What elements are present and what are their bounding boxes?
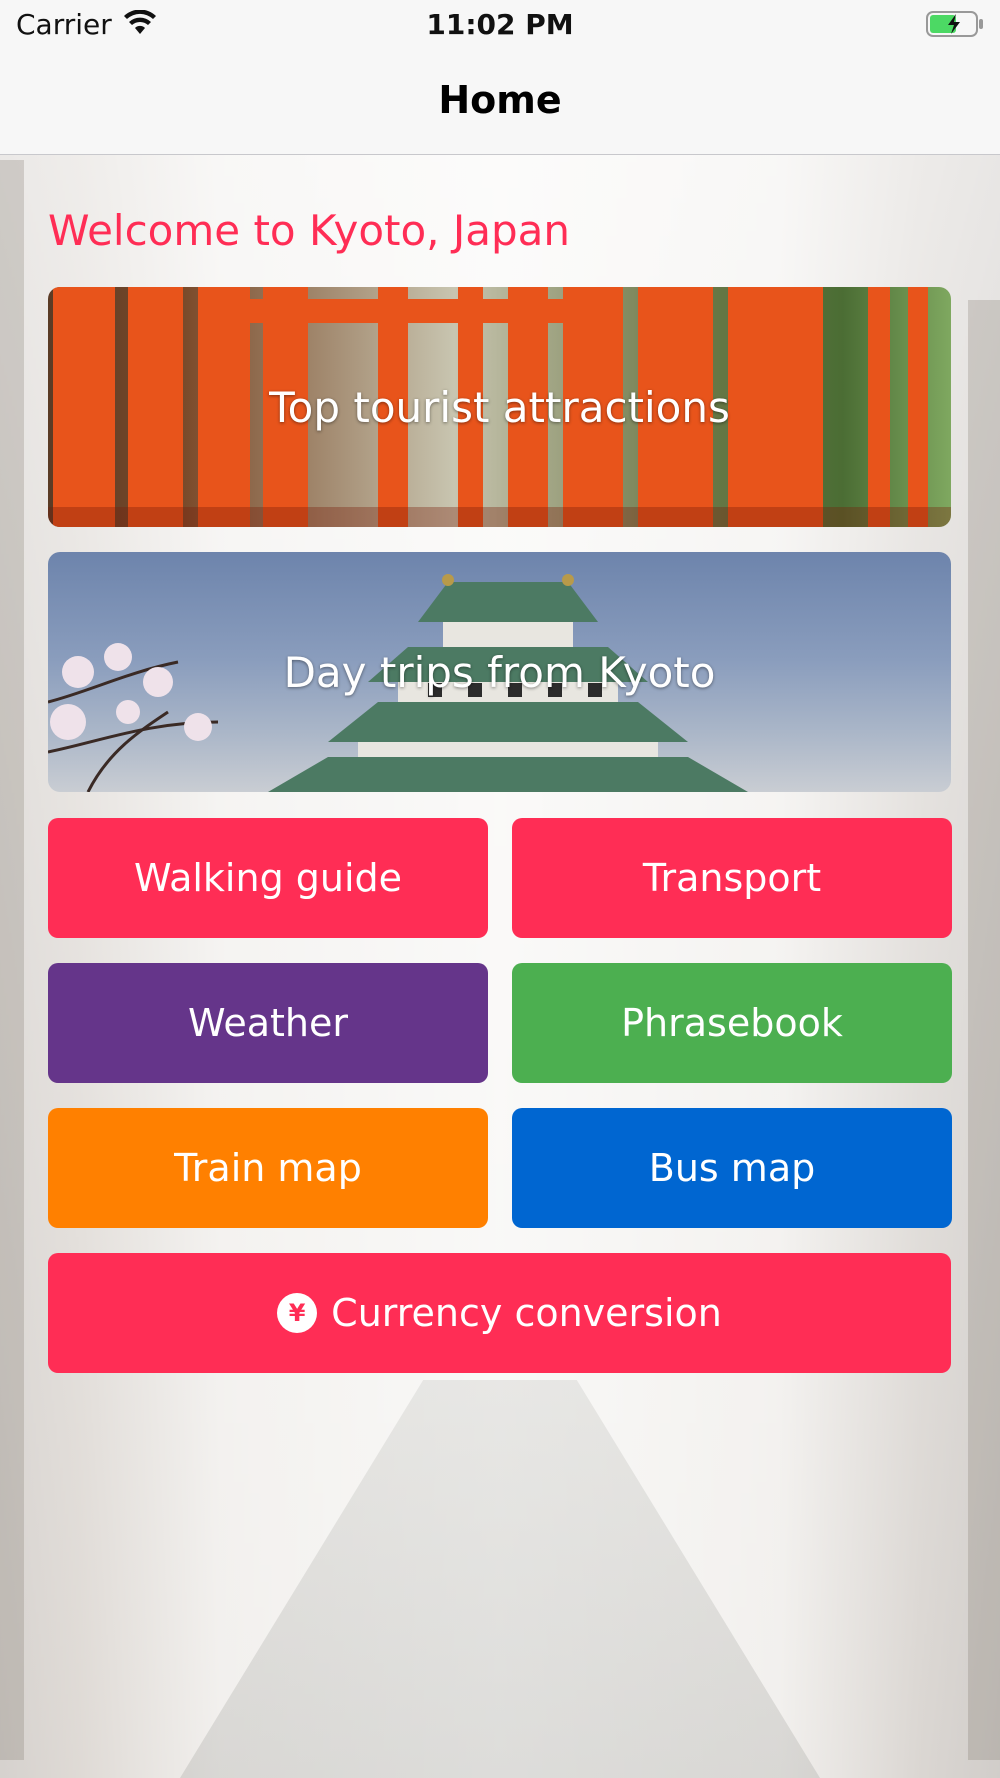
button-label: Transport bbox=[642, 856, 822, 900]
transport-button[interactable]: Transport bbox=[512, 818, 952, 938]
yen-icon: ¥ bbox=[277, 1293, 318, 1333]
currency-conversion-button[interactable]: ¥ Currency conversion bbox=[48, 1253, 951, 1373]
banner-label: Top tourist attractions bbox=[269, 382, 730, 432]
train-map-button[interactable]: Train map bbox=[48, 1108, 488, 1228]
day-trips-banner[interactable]: Day trips from Kyoto bbox=[48, 552, 951, 792]
button-label: Weather bbox=[188, 1001, 348, 1045]
welcome-heading: Welcome to Kyoto, Japan bbox=[48, 206, 571, 255]
status-bar: Carrier 11:02 PM bbox=[0, 0, 1000, 52]
button-label: Currency conversion bbox=[331, 1291, 722, 1335]
top-attractions-banner[interactable]: Top tourist attractions bbox=[48, 287, 951, 527]
walking-guide-button[interactable]: Walking guide bbox=[48, 818, 488, 938]
battery-charging-icon bbox=[926, 10, 984, 42]
status-time: 11:02 PM bbox=[426, 8, 574, 41]
banner-label: Day trips from Kyoto bbox=[283, 647, 716, 697]
bus-map-button[interactable]: Bus map bbox=[512, 1108, 952, 1228]
navigation-bar: Home bbox=[0, 52, 1000, 155]
weather-button[interactable]: Weather bbox=[48, 963, 488, 1083]
background-building-left bbox=[0, 160, 24, 1760]
button-label: Phrasebook bbox=[621, 1001, 843, 1045]
phrasebook-button[interactable]: Phrasebook bbox=[512, 963, 952, 1083]
button-label: Train map bbox=[174, 1146, 362, 1190]
page-title: Home bbox=[438, 78, 562, 122]
button-label: Walking guide bbox=[133, 856, 403, 900]
button-label: Bus map bbox=[648, 1146, 816, 1190]
background-building-right bbox=[968, 300, 1000, 1760]
